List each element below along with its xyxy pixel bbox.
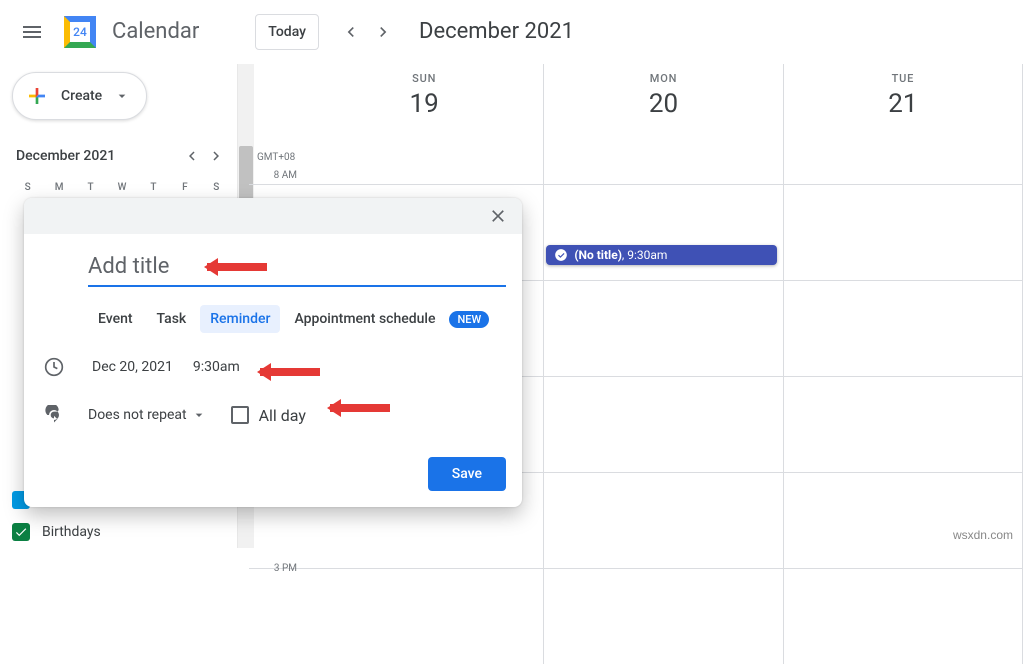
event-type-tabs: Event Task Reminder Appointment schedule… [88,305,506,333]
reminder-icon [554,248,568,262]
main-menu-button[interactable] [8,8,56,56]
calendar-item[interactable]: Birthdays [12,516,248,548]
event-chip[interactable]: (No title), 9:30am [546,245,776,265]
day-cell[interactable]: (No title), 9:30am [544,185,783,280]
chevron-left-icon [341,22,361,42]
create-event-dialog: Event Task Reminder Appointment schedule… [24,198,522,507]
day-cell[interactable] [784,185,1023,280]
day-header[interactable]: TUE 21 [784,64,1023,148]
mini-cal-dow-row: S M T W T F S [12,176,232,200]
date-number: 19 [305,89,543,119]
today-button[interactable]: Today [255,14,319,50]
mini-cal-next[interactable] [204,144,228,168]
annotation-arrow [260,368,320,376]
dialog-header[interactable] [24,198,522,234]
chevron-right-icon [373,22,393,42]
allday-label: All day [259,406,306,425]
time-picker[interactable]: 9:30am [189,353,244,381]
day-cell[interactable] [544,281,783,376]
allday-checkbox[interactable] [231,406,249,424]
clock-icon [44,357,64,377]
app-title: Calendar [112,19,199,44]
tab-task[interactable]: Task [147,305,197,333]
plus-icon [25,84,49,108]
day-cell[interactable] [305,569,544,664]
close-icon [488,206,508,226]
day-cell[interactable] [544,473,783,568]
dow-cell: T [138,176,169,200]
chevron-right-icon [207,147,225,165]
day-cell[interactable] [544,569,783,664]
tab-event[interactable]: Event [88,305,143,333]
day-cell[interactable] [544,377,783,472]
dow-label: SUN [305,72,543,85]
hamburger-icon [20,20,44,44]
check-icon [14,525,28,539]
dow-cell: T [75,176,106,200]
repeat-row: Does not repeat All day [88,401,506,429]
dropdown-arrow-icon [191,407,207,423]
logo-day-number: 24 [64,16,96,48]
dow-cell: S [201,176,232,200]
annotation-arrow [330,404,390,412]
new-badge: NEW [449,311,489,328]
day-cell[interactable] [305,148,544,184]
day-cell[interactable] [544,148,783,184]
dow-cell: F [169,176,200,200]
tab-reminder[interactable]: Reminder [200,305,280,333]
next-period-button[interactable] [367,16,399,48]
close-button[interactable] [482,200,514,232]
day-cell[interactable] [784,473,1023,568]
annotation-arrow [207,263,267,271]
calendar-logo: 24 [60,12,100,52]
date-number: 21 [784,89,1022,119]
repeat-icon [44,405,64,425]
event-title: (No title) [574,248,622,262]
prev-period-button[interactable] [335,16,367,48]
date-number: 20 [544,89,782,119]
watermark: wsxdn.com [953,528,1013,542]
tab-appointment[interactable]: Appointment schedule [284,305,445,333]
day-cell[interactable] [784,569,1023,664]
dow-cell: S [12,176,43,200]
repeat-select[interactable]: Does not repeat [88,401,207,429]
time-label: 3 PM [249,563,305,664]
app-header: 24 Calendar Today December 2021 [0,0,1023,64]
date-nav [335,16,399,48]
save-button[interactable]: Save [428,457,506,491]
repeat-value: Does not repeat [88,407,187,423]
day-cell[interactable] [784,148,1023,184]
dow-cell: W [106,176,137,200]
create-button[interactable]: Create [12,72,147,120]
day-cell[interactable] [784,281,1023,376]
day-header[interactable]: SUN 19 [305,64,544,148]
calendar-label: Birthdays [42,524,101,540]
current-date-range[interactable]: December 2021 [419,19,574,44]
mini-cal-month[interactable]: December 2021 [16,148,115,164]
day-header[interactable]: MON 20 [544,64,783,148]
dow-label: MON [544,72,782,85]
mini-cal-prev[interactable] [180,144,204,168]
dow-cell: M [43,176,74,200]
dow-label: TUE [784,72,1022,85]
mini-calendar: December 2021 S M T W T F S [12,144,248,200]
event-time: 9:30am [627,248,667,262]
calendar-checkbox[interactable] [12,523,30,541]
title-input[interactable] [88,250,506,287]
date-picker[interactable]: Dec 20, 2021 [88,353,177,381]
chevron-left-icon [183,147,201,165]
day-cell[interactable] [784,377,1023,472]
grid-header: SUN 19 MON 20 TUE 21 [249,64,1023,148]
dropdown-arrow-icon [114,88,130,104]
datetime-row: Dec 20, 2021 9:30am [88,353,506,381]
create-label: Create [61,88,102,104]
allday-row: All day [231,406,306,425]
